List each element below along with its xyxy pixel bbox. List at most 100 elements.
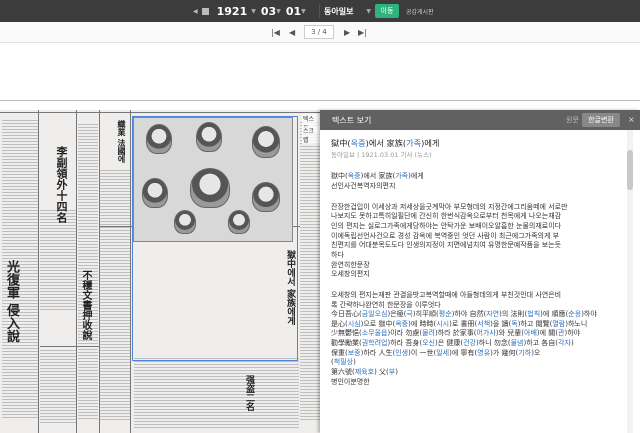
scrollbar-thumb[interactable]: [627, 150, 633, 190]
scan-text-column: [100, 170, 130, 420]
panel-scrollbar[interactable]: [627, 130, 633, 433]
day-chevron-down-icon[interactable]: ▼: [301, 8, 306, 15]
article-subtitle: 獄中(옥중)에서 家族(가족)에게: [331, 172, 627, 182]
page-navigation: |◀ ◀ 3 / 4 ▶ ▶|: [0, 22, 640, 42]
page-indicator[interactable]: 3 / 4: [304, 25, 334, 39]
year-select[interactable]: 1921: [217, 5, 248, 18]
reading-highlight: 어가사: [476, 329, 496, 338]
original-text-tab[interactable]: 원문: [566, 115, 579, 125]
page-separator: /: [317, 28, 321, 36]
hanja-part: 是心(: [331, 319, 348, 328]
month-select[interactable]: 03: [261, 5, 276, 18]
article-subtitle-2: 선인사건복역자의편지: [331, 181, 396, 190]
prev-page-icon[interactable]: ◀: [289, 26, 295, 38]
reading-highlight: 서책: [477, 319, 491, 328]
subtitle-highlight: 가족: [395, 172, 409, 181]
text-line: 완연히한문장: [331, 260, 370, 269]
scan-text-column: [300, 122, 320, 422]
hanja-part: )에 關(: [536, 329, 559, 338]
text-line: 勸學勵業(권학려업)하라 吾身(오신)은 健康(건강)하니 勿念(물념)하고 各…: [331, 339, 627, 349]
reading-highlight: 물념: [510, 339, 524, 348]
calendar-icon[interactable]: [201, 7, 209, 15]
hanja-part: )와 兒輩(: [495, 329, 525, 338]
scan-text-column: [40, 210, 76, 310]
newspaper-chevron-down-icon: ▼: [366, 7, 371, 15]
hanja-part: ): [353, 358, 356, 367]
scan-headline: 强盗二名: [244, 375, 254, 411]
reading-highlight: 각자: [558, 339, 571, 348]
blank-spacer: [0, 43, 640, 100]
current-page: 3: [311, 28, 316, 36]
prev-date-icon[interactable]: ◀: [193, 8, 198, 15]
reading-highlight: 소무울읍: [361, 329, 388, 338]
hanja-part: )하라 吾身(: [387, 339, 423, 348]
title-part: )에게: [421, 138, 440, 148]
reading-highlight: 시심: [347, 319, 361, 328]
text-line: 오세창의편지: [331, 270, 370, 279]
move-button[interactable]: 이동: [375, 4, 399, 18]
reading-highlight: 금일오심: [361, 310, 388, 319]
subtitle-part: 獄中(: [331, 172, 348, 181]
signature-line: 第六號(제육호) 父(부): [331, 368, 627, 378]
hanja-part: )하고 閱覽(: [517, 319, 553, 328]
text-line: 이에독립선언사건으로 경성 감옥에 복역중인 엇던 사람이 최근에그가족의게 부: [331, 231, 560, 240]
hanja-part: 勸學勵業(: [331, 339, 362, 348]
hanja-part: ): [570, 339, 574, 348]
scan-text-column: [134, 358, 299, 428]
text-line: 잔장한겁입이 이세상과 저세상을굿계막아 부모형데의 지정간에그리움떼에 서로만: [331, 202, 568, 211]
text-line: 록 간략하나완연히 한문장을 이루엇다: [331, 300, 441, 309]
hanja-part: )하니 勿念(: [476, 339, 511, 348]
close-icon[interactable]: ×: [628, 115, 635, 124]
day-select[interactable]: 01: [286, 5, 301, 18]
column-rule: [38, 110, 39, 433]
reading-highlight: 일세: [436, 348, 450, 357]
reading-highlight: 시시: [436, 319, 450, 328]
reading-highlight: 열람: [552, 319, 566, 328]
reading-highlight: 인생: [395, 348, 409, 357]
subtitle-part: )에게: [408, 172, 424, 181]
sign-part: 第六號(: [331, 368, 355, 377]
reading-highlight: 오신: [422, 339, 435, 348]
last-line: 병인이분명한: [331, 377, 370, 386]
hanja-part: )은 健康(: [434, 339, 464, 348]
hanja-part: )히平順(: [412, 310, 439, 319]
reading-highlight: 옥중: [395, 319, 409, 328]
first-page-icon[interactable]: |◀: [271, 26, 280, 38]
hanja-part: 保重(: [331, 348, 348, 357]
reading-highlight: 자연: [486, 310, 500, 319]
selected-article-box[interactable]: [132, 116, 298, 361]
column-rule: [99, 110, 100, 433]
article-meta: 동아일보 | 1921.03.01 기사 (뉴스): [331, 151, 432, 160]
text-view-panel: 텍스트 보기 원문 한글변환 × 獄中(옥중)에서 家族(가족)에게 동아일보 …: [320, 110, 640, 433]
hanja-part: )로 書冊(: [449, 319, 478, 328]
column-rule: [130, 110, 131, 433]
hanja-part: )하노니: [565, 319, 588, 328]
hanja-part: 少無鬱悒(: [331, 329, 362, 338]
viewer-top-rule: [0, 100, 640, 101]
panel-header: 텍스트 보기 원문 한글변환 ×: [320, 110, 640, 130]
reading-highlight: 기하: [518, 348, 532, 357]
column-rule: [76, 110, 77, 433]
hanja-part: )으로 獄中(: [360, 319, 396, 328]
hanja-part: )은極(: [387, 310, 407, 319]
subtitle-highlight: 옥중: [347, 172, 361, 181]
article-title: 獄中(옥중)에서 家族(가족)에게: [331, 138, 627, 149]
hanja-part: )의 法則(: [499, 310, 528, 319]
share-board-link[interactable]: 공감게시판: [406, 4, 434, 18]
article-paragraph: 잔장한겁입이 이세상과 저세상을굿계막아 부모형데의 지정간에그리움떼에 서로만…: [331, 203, 627, 280]
newspaper-scan[interactable]: 李副領外十四名 光復軍 侵入說 不穩文書押收說 獄中에서 家族에게 織業 法國에…: [0, 110, 320, 433]
text-line: 保重(보중)하라 人生(인생)이 一世(일세)에 寧有(영유)가 幾何(기하)오: [331, 349, 627, 359]
month-chevron-down-icon[interactable]: ▼: [276, 8, 281, 15]
top-toolbar: ◀ 1921 ▼ 03 ▼ 01 ▼ 동아일보 ▼ 이동 공감게시판: [0, 0, 640, 22]
next-page-icon[interactable]: ▶: [344, 26, 350, 38]
hanja-part: )가 幾何(: [490, 348, 519, 357]
newspaper-select[interactable]: 동아일보 ▼: [319, 4, 375, 18]
hanja-part: )하야 自然(: [451, 310, 487, 319]
year-chevron-down-icon[interactable]: ▼: [251, 8, 256, 15]
scrap-tab[interactable]: 스크랩: [302, 126, 320, 144]
korean-convert-tab[interactable]: 한글변환: [582, 113, 620, 127]
reading-highlight: 물려: [422, 329, 435, 338]
reading-highlight: 법칙: [527, 310, 541, 319]
subtitle-part: )에서 家族(: [360, 172, 396, 181]
last-page-icon[interactable]: ▶|: [358, 26, 367, 38]
